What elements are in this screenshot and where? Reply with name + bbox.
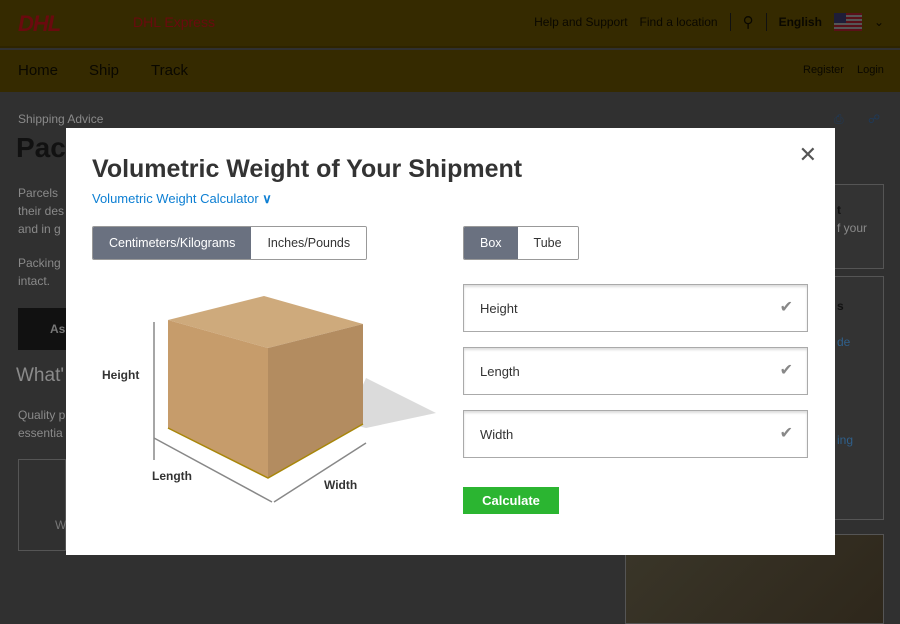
share-icon[interactable]: ☍ xyxy=(868,110,880,128)
section-heading: What' xyxy=(16,365,64,386)
divider xyxy=(765,13,767,31)
width-placeholder: Width xyxy=(480,427,514,442)
login-link[interactable]: Login xyxy=(857,64,884,76)
link[interactable]: ing xyxy=(837,431,883,449)
text: their des xyxy=(18,204,65,218)
text: intact. xyxy=(18,274,51,288)
text: Packing xyxy=(18,256,61,270)
search-icon[interactable]: ⚲ xyxy=(743,13,754,31)
us-flag-icon[interactable] xyxy=(833,13,862,31)
dhl-logo[interactable]: DHL xyxy=(18,11,61,37)
width-input[interactable]: Width ✔ xyxy=(463,410,808,458)
calculate-button[interactable]: Calculate xyxy=(463,487,559,514)
unit-toggle: Centimeters/Kilograms Inches/Pounds xyxy=(92,226,368,260)
nav-ship[interactable]: Ship xyxy=(89,62,119,79)
help-support-link[interactable]: Help and Support xyxy=(534,15,627,29)
top-header: DHL DHL Express Help and Support Find a … xyxy=(0,0,900,48)
units-in-lb[interactable]: Inches/Pounds xyxy=(251,227,367,259)
text: Parcels xyxy=(18,186,59,200)
height-input[interactable]: Height ✔ xyxy=(463,284,808,332)
modal-title: Volumetric Weight of Your Shipment xyxy=(92,155,523,183)
breadcrumb[interactable]: Shipping Advice xyxy=(18,110,103,128)
check-icon: ✔ xyxy=(779,362,793,379)
brand-name: DHL Express xyxy=(133,14,215,30)
text: and in g xyxy=(18,222,61,236)
text: f your xyxy=(837,221,868,235)
print-icon[interactable]: ⎙ xyxy=(834,110,844,128)
text: t xyxy=(837,203,841,217)
text: Quality p xyxy=(18,408,66,422)
page-title: Pac xyxy=(16,132,66,163)
chevron-down-icon[interactable]: ⌄ xyxy=(874,15,884,29)
shape-tube[interactable]: Tube xyxy=(517,227,578,259)
calculator-dropdown-label: Volumetric Weight Calculator xyxy=(92,191,259,206)
calculator-dropdown[interactable]: Volumetric Weight Calculator ∨ xyxy=(92,191,272,207)
background-button[interactable]: As xyxy=(18,308,66,350)
close-icon[interactable]: ✕ xyxy=(799,142,817,168)
main-nav: Home Ship Track Register Login xyxy=(0,50,900,92)
chevron-down-icon: ∨ xyxy=(262,191,272,206)
shape-toggle: Box Tube xyxy=(463,226,579,260)
height-placeholder: Height xyxy=(480,301,518,316)
units-cm-kg[interactable]: Centimeters/Kilograms xyxy=(93,227,252,259)
register-link[interactable]: Register xyxy=(803,64,844,76)
volumetric-weight-modal: ✕ Volumetric Weight of Your Shipment Vol… xyxy=(66,128,835,555)
length-label: Length xyxy=(152,469,192,483)
language-selector[interactable]: English xyxy=(779,15,822,29)
length-placeholder: Length xyxy=(480,364,520,379)
divider xyxy=(729,13,731,31)
shape-box[interactable]: Box xyxy=(464,227,518,259)
text: essentia xyxy=(18,426,63,440)
find-location-link[interactable]: Find a location xyxy=(640,15,718,29)
nav-track[interactable]: Track xyxy=(151,62,188,79)
background-card: W xyxy=(18,459,66,551)
check-icon: ✔ xyxy=(779,299,793,316)
check-icon: ✔ xyxy=(779,425,793,442)
height-label: Height xyxy=(102,368,140,382)
width-label: Width xyxy=(324,478,358,492)
link[interactable]: de xyxy=(837,333,883,351)
length-input[interactable]: Length ✔ xyxy=(463,347,808,395)
text: s xyxy=(837,299,844,313)
nav-home[interactable]: Home xyxy=(18,62,58,79)
